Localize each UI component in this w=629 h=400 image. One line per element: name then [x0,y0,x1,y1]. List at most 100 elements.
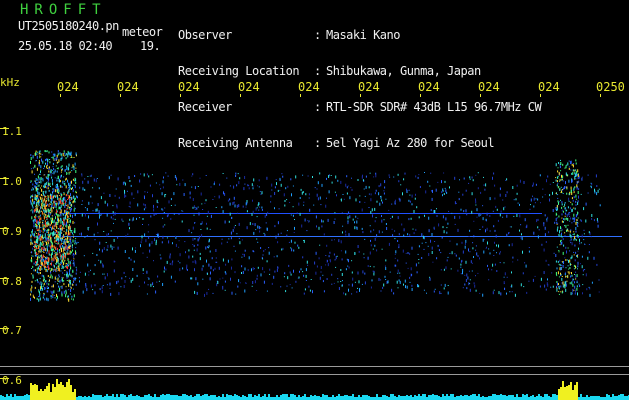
spectro-pixel [340,281,342,282]
spectro-pixel [201,234,203,238]
noise-bar [554,394,556,400]
spectro-pixel [558,201,559,205]
spectro-pixel [33,246,34,247]
spectro-pixel [253,251,255,253]
spectro-pixel [585,202,587,206]
spectro-pixel [496,208,498,211]
spectro-pixel [94,264,96,267]
spectro-pixel [70,151,72,155]
spectro-pixel [72,288,74,290]
spectro-pixel [36,240,37,244]
spectro-pixel [381,248,383,250]
spectro-pixel [96,178,98,179]
spectro-pixel [174,280,176,283]
spectro-pixel [494,229,496,232]
spectro-pixel [140,244,141,248]
spectro-pixel [334,259,336,261]
spectro-pixel [349,215,351,219]
spectro-pixel [581,265,583,269]
noise-bar [46,386,48,400]
noise-bar [92,394,94,400]
spectro-pixel [36,244,38,246]
spectro-pixel [67,179,69,183]
spectro-pixel [31,268,33,269]
spectro-pixel [374,237,376,241]
spectro-pixel [54,177,56,179]
spectro-pixel [440,252,442,254]
spectro-pixel [161,241,163,244]
spectro-pixel [472,262,473,264]
spectro-pixel [333,253,335,256]
observer-label: Observer [178,28,232,42]
spectro-pixel [53,188,55,190]
noise-bar [244,396,246,400]
spectro-pixel [75,167,77,169]
spectro-pixel [334,212,336,214]
spectro-pixel [57,253,59,256]
spectro-pixel [192,198,194,201]
spectro-pixel [562,193,564,194]
spectro-pixel [460,266,462,268]
spectro-pixel [83,255,85,257]
spectro-pixel [54,153,56,157]
spectro-pixel [69,245,71,248]
spectro-pixel [421,257,423,259]
spectro-pixel [293,249,295,252]
spectro-pixel [58,274,60,277]
spectro-pixel [575,194,577,198]
spectro-pixel [148,224,150,226]
spectro-pixel [44,287,46,289]
spectro-pixel [73,157,75,158]
spectro-pixel [561,217,563,219]
noise-bar [132,396,134,400]
spectro-pixel [49,224,51,227]
spectro-pixel [163,270,165,273]
spectro-pixel [540,277,542,281]
spectro-pixel [230,237,232,240]
y-axis-unit: kHz [0,76,20,89]
spectro-pixel [44,267,46,270]
spectro-pixel [423,236,425,240]
spectro-pixel [234,250,236,252]
spectro-pixel [113,269,115,273]
spectro-pixel [570,201,572,203]
spectro-pixel [228,238,230,240]
spectro-pixel [54,237,56,239]
spectro-pixel [552,285,554,288]
noise-bar [512,395,514,400]
spectro-pixel [443,268,445,271]
spectro-pixel [487,264,488,267]
spectro-pixel [558,276,560,278]
spectro-pixel [569,212,571,213]
spectro-pixel [359,195,361,197]
spectro-pixel [142,268,144,272]
spectro-pixel [56,241,57,243]
spectro-pixel [260,227,262,229]
spectro-pixel [86,208,88,211]
noise-bar [624,396,626,400]
spectro-pixel [571,255,573,259]
spectro-pixel [302,271,304,273]
spectro-pixel [493,249,495,251]
spectro-pixel [69,214,71,216]
spectro-pixel [206,227,208,230]
spectro-pixel [473,256,474,258]
spectro-pixel [31,216,33,220]
spectro-pixel [398,244,400,247]
spectro-pixel [51,157,53,158]
spectro-pixel [256,277,258,280]
spectro-pixel [67,188,69,190]
spectro-pixel [236,204,238,208]
spectro-pixel [50,237,51,239]
spectro-pixel [577,202,579,205]
spectro-pixel [130,258,132,261]
spectro-pixel [81,173,83,175]
frequency-reference-lines [0,213,629,375]
spectro-pixel [280,183,282,187]
spectro-pixel [428,216,430,220]
spectro-pixel [55,216,56,220]
spectro-pixel [587,174,589,176]
spectro-pixel [32,187,34,189]
spectro-pixel [46,230,48,232]
spectro-pixel [43,185,45,188]
